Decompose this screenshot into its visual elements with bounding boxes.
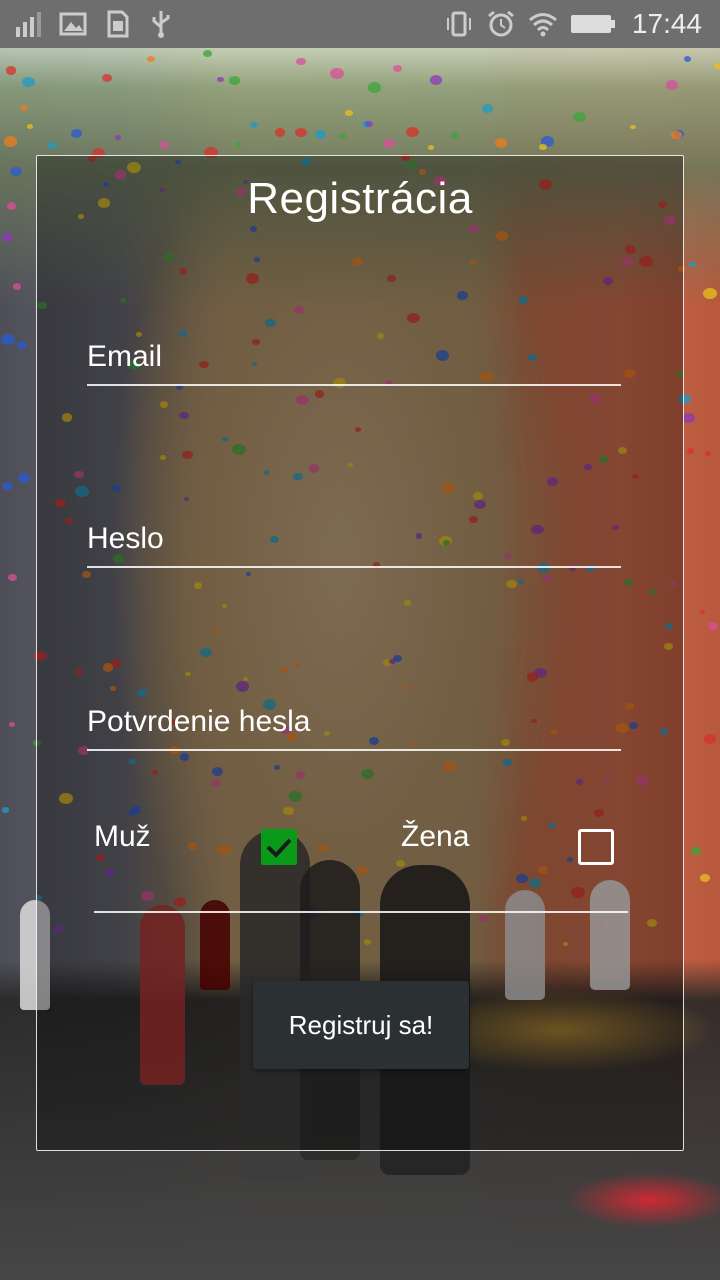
climbing-hold (6, 202, 16, 210)
alarm-icon (486, 9, 516, 39)
climbing-hold (2, 807, 9, 813)
climbing-hold (315, 130, 326, 139)
climbing-hold (345, 109, 353, 116)
status-clock: 17:44 (631, 8, 702, 39)
climbing-hold (13, 283, 22, 290)
climbing-hold (481, 103, 494, 113)
climbing-hold (707, 621, 718, 630)
gender-divider (94, 911, 628, 913)
climbing-hold (294, 127, 307, 138)
confirm-password-field[interactable]: Potvrdenie hesla (87, 689, 621, 751)
climbing-hold (629, 124, 636, 130)
climbing-hold (71, 129, 82, 138)
climbing-hold (666, 80, 678, 90)
climbing-hold (572, 111, 586, 123)
climbing-hold (10, 166, 22, 177)
climbing-hold (383, 139, 395, 149)
climbing-hold (234, 141, 241, 147)
climbing-hold (26, 123, 34, 129)
climbing-hold (539, 144, 547, 150)
climbing-hold (274, 128, 286, 137)
usb-icon (146, 9, 176, 39)
email-field[interactable]: Email (87, 324, 621, 386)
wifi-icon (528, 9, 558, 39)
climbing-hold (330, 67, 345, 79)
confirm-password-placeholder: Potvrdenie hesla (87, 705, 311, 738)
climbing-hold (19, 104, 28, 111)
climbing-hold (700, 874, 710, 882)
climbing-hold (217, 76, 225, 82)
climbing-hold (115, 135, 122, 140)
password-field[interactable]: Heslo (87, 506, 621, 568)
signal-icon (14, 9, 44, 39)
email-placeholder: Email (87, 340, 163, 373)
climbing-hold (9, 721, 16, 727)
status-bar: 17:44 (0, 0, 720, 48)
checkmark-icon (266, 838, 292, 858)
climbing-hold (1, 334, 15, 346)
battery-icon (570, 9, 616, 39)
climbing-hold (296, 57, 306, 66)
male-checkbox[interactable] (261, 829, 297, 865)
female-checkbox[interactable] (578, 829, 614, 865)
image-icon (58, 9, 88, 39)
climbing-hold (429, 75, 443, 86)
climbing-hold (364, 120, 373, 127)
climbing-hold (48, 142, 57, 150)
climbing-hold (686, 447, 695, 454)
register-button[interactable]: Registruj sa! (253, 981, 469, 1069)
climbing-hold (691, 847, 701, 855)
registration-form: Registrácia Email Heslo Potvrdenie hesla… (36, 155, 684, 1151)
sim-icon (102, 9, 132, 39)
male-label: Muž (94, 820, 151, 853)
vibrate-icon (444, 9, 474, 39)
climbing-hold (713, 62, 720, 69)
climbing-hold (367, 81, 382, 93)
climbing-hold (202, 50, 212, 57)
climbing-hold (17, 473, 30, 483)
climbing-hold (688, 261, 696, 268)
climbing-hold (450, 132, 459, 139)
female-label: Žena (401, 820, 470, 853)
page-title: Registrácia (247, 174, 473, 223)
password-placeholder: Heslo (87, 522, 164, 555)
